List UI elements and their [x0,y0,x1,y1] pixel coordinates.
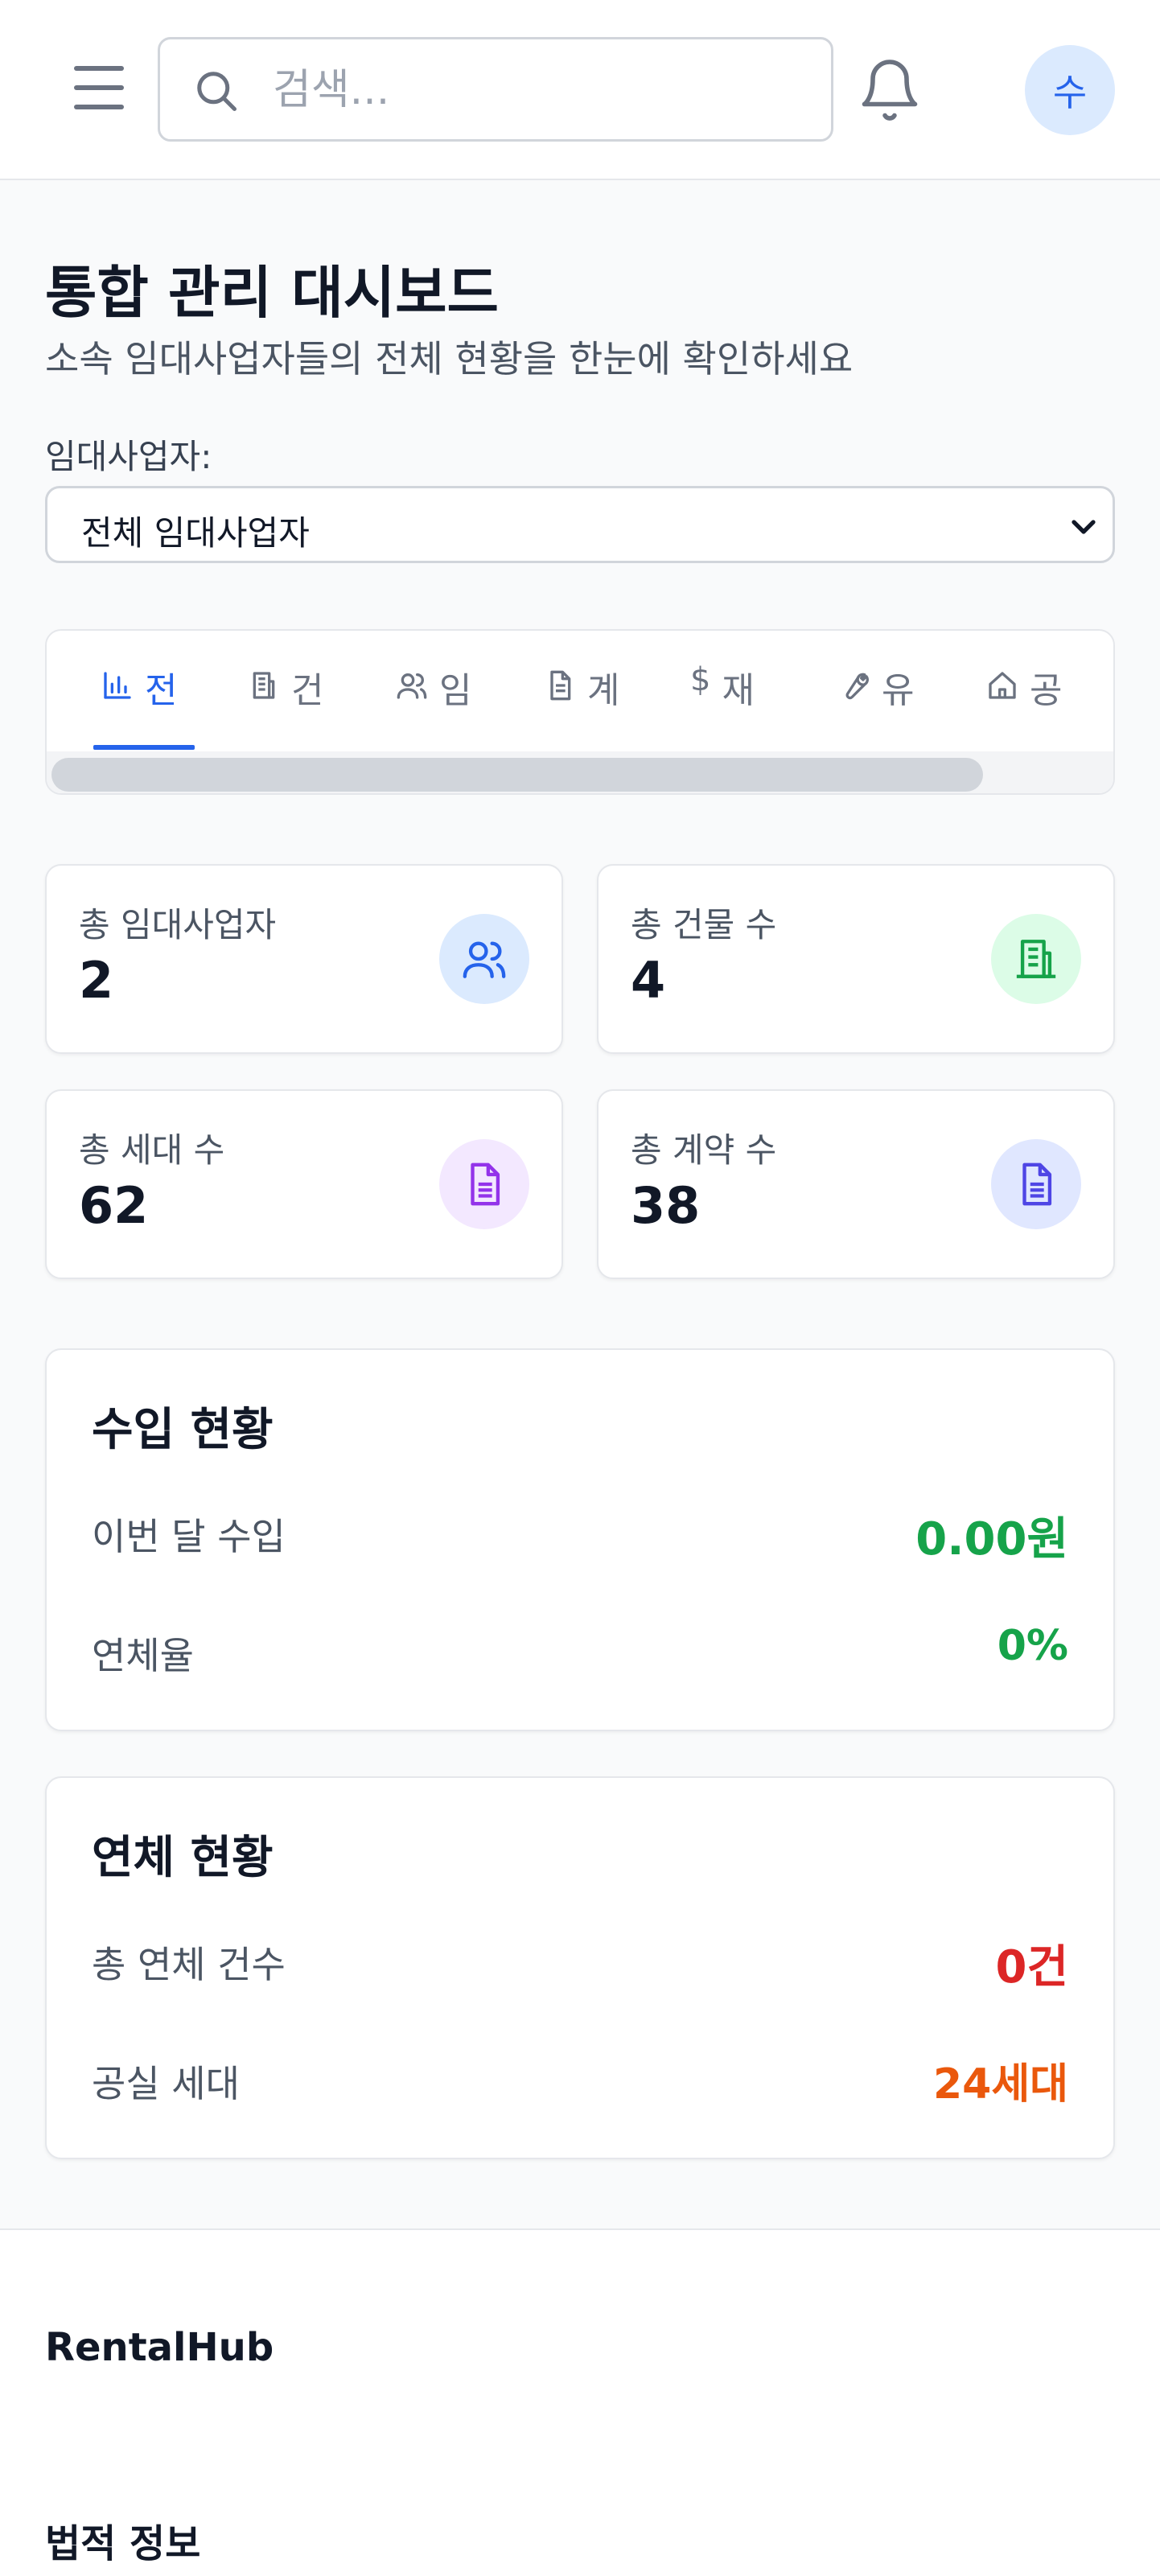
overdue-count-label: 총 연체 건수 [92,1943,286,1986]
footer-legal-heading: 법적 정보 [45,2521,201,2566]
tab-label: 유 [882,670,915,711]
dollar-icon: $ [690,661,711,698]
page-title: 통합 관리 대시보드 [45,260,499,326]
chevron-down-icon [1072,520,1096,534]
landlord-select[interactable]: 전체 임대사업자 [45,486,1115,563]
stat-value: 38 [631,1176,701,1235]
page-footer: RentalHub 법적 정보 [0,2228,1160,2576]
dashboard-tabs: 전 건 임 계 $ 재 유 공 [45,629,1115,795]
search-box[interactable] [158,37,833,142]
monthly-income-value: 0.00원 [915,1513,1068,1566]
monthly-income-label: 이번 달 수입 [92,1515,286,1558]
landlord-select-value: 전체 임대사업자 [81,513,310,553]
active-tab-indicator [93,745,195,750]
tab-overview[interactable]: 전 [101,661,177,742]
section-title: 수입 현황 [92,1404,274,1456]
scrollbar-thumb[interactable] [51,758,983,792]
document-icon [991,1139,1081,1229]
tab-tenants[interactable]: 임 [396,661,471,742]
users-icon [439,914,529,1004]
building-icon [253,672,275,699]
footer-brand: RentalHub [45,2325,274,2370]
menu-icon[interactable] [72,66,129,111]
stat-label: 총 계약 수 [631,1130,777,1170]
tab-label: 재 [722,670,755,711]
vacant-units-label: 공실 세대 [92,2062,240,2105]
tab-vacancy[interactable]: 공 [986,661,1062,742]
overdue-rate-value: 0% [997,1622,1068,1670]
building-icon [991,914,1081,1004]
tab-buildings[interactable]: 건 [248,661,323,742]
overdue-summary-card: 연체 현황 총 연체 건수 0건 공실 세대 24세대 [45,1776,1115,2159]
stat-label: 총 건물 수 [631,905,777,944]
overdue-count-value: 0건 [995,1941,1069,1994]
tab-label: 계 [587,670,620,711]
tabs-scrollbar[interactable] [47,751,1113,793]
wrench-icon [845,673,869,700]
document-icon [550,670,571,701]
stat-value: 2 [79,951,114,1010]
tab-label: 전 [145,670,178,711]
notification-bell-icon[interactable] [856,53,923,127]
section-title: 연체 현황 [92,1832,274,1884]
tab-contracts[interactable]: 계 [544,661,619,742]
tab-label: 공 [1030,670,1063,711]
income-summary-card: 수입 현황 이번 달 수입 0.00원 연체율 0% [45,1348,1115,1731]
tab-label: 임 [439,670,472,711]
top-header: 수 [0,0,1160,180]
stat-value: 62 [79,1176,149,1235]
bar-chart-icon [104,672,131,699]
tab-maintenance[interactable]: 유 [838,661,914,742]
search-input[interactable] [273,56,812,125]
stat-card-buildings: 총 건물 수 4 [597,864,1115,1054]
stat-card-contracts: 총 계약 수 38 [597,1089,1115,1279]
tab-label: 건 [291,670,324,711]
search-icon [197,72,237,111]
stat-card-units: 총 세대 수 62 [45,1089,563,1279]
stat-label: 총 세대 수 [79,1130,225,1170]
overdue-rate-label: 연체율 [92,1634,194,1677]
user-avatar[interactable]: 수 [1025,45,1115,135]
stat-label: 총 임대사업자 [79,905,277,944]
stat-card-landlords: 총 임대사업자 2 [45,864,563,1054]
stat-value: 4 [631,951,666,1010]
vacant-units-value: 24세대 [932,2060,1068,2109]
home-icon [989,672,1016,699]
tab-finance[interactable]: $ 재 [690,661,755,742]
page-subtitle: 소속 임대사업자들의 전체 현황을 한눈에 확인하세요 [45,337,854,381]
landlord-filter-label: 임대사업자: [45,437,212,476]
users-icon [397,673,427,699]
document-icon [439,1139,529,1229]
